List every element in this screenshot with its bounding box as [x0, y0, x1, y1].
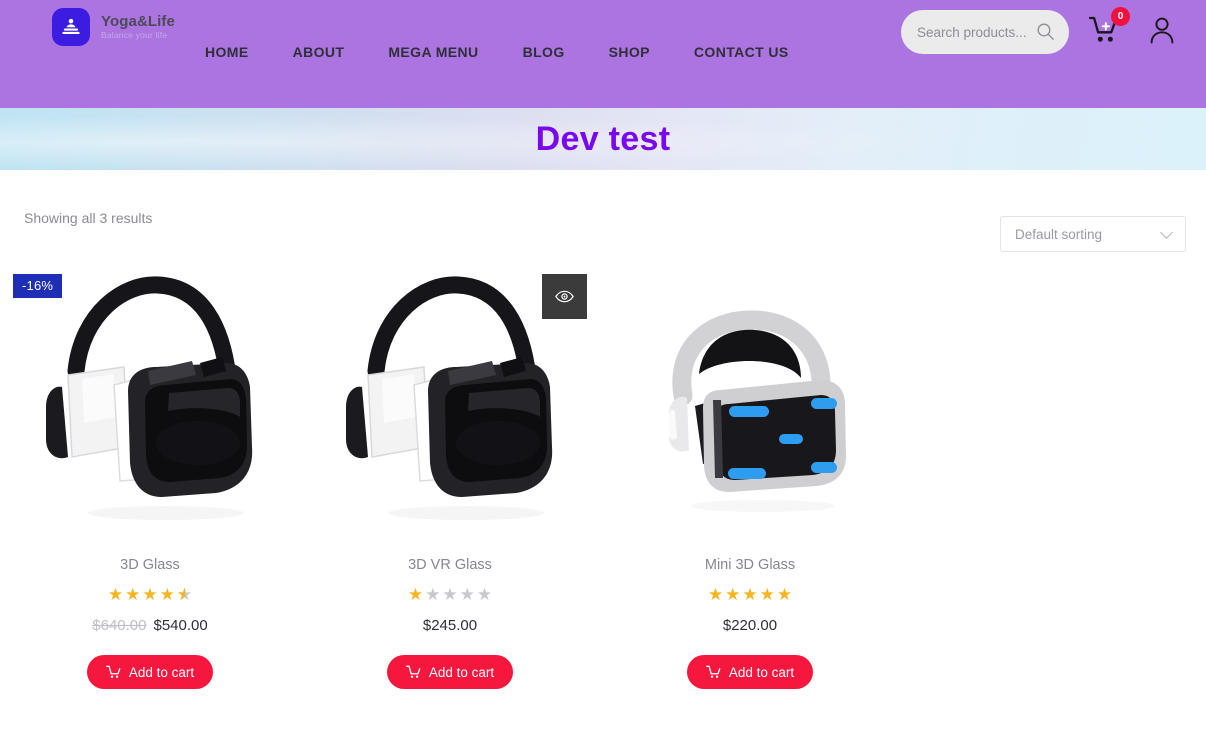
- star-icon: ★: [459, 585, 475, 604]
- add-to-cart-label: Add to cart: [728, 664, 795, 680]
- page-title: Dev test: [535, 119, 671, 158]
- user-icon: [1150, 17, 1174, 43]
- star-icon: ★: [142, 585, 158, 604]
- star-icon: ★: [177, 586, 192, 603]
- star-icon: ★: [442, 585, 458, 604]
- product-image[interactable]: -16%: [0, 260, 300, 545]
- product-rating: ★ ★ ★ ★ ★: [708, 586, 792, 603]
- quick-view-button[interactable]: [542, 274, 587, 319]
- search-input[interactable]: [917, 24, 1039, 40]
- star-icon: ★: [425, 585, 441, 604]
- vr-headset-psvr-image: [669, 309, 846, 512]
- logo-title: Yoga&Life: [101, 12, 175, 30]
- nav-item-contact-us[interactable]: CONTACT US: [672, 44, 811, 60]
- product-grid: -16% 3D Glass ★ ★ ★ ★ ★ ★ $640.00 $540.0…: [0, 260, 1206, 689]
- product-title[interactable]: 3D Glass: [120, 557, 180, 573]
- sorting-dropdown[interactable]: Default sorting: [1000, 216, 1186, 252]
- product-rating: ★ ★ ★ ★ ★: [408, 586, 492, 603]
- star-icon: ★: [476, 585, 493, 604]
- chevron-down-icon: [1160, 225, 1173, 239]
- site-header: Yoga&Life Balance your life HOME ABOUT M…: [0, 0, 1206, 108]
- product-card[interactable]: 3D VR Glass ★ ★ ★ ★ ★ $245.00 Add to car…: [300, 260, 600, 689]
- nav-item-blog[interactable]: BLOG: [501, 44, 587, 60]
- product-image[interactable]: [300, 260, 600, 545]
- star-icon: ★: [725, 585, 741, 604]
- account-button[interactable]: [1148, 15, 1176, 50]
- product-card[interactable]: Mini 3D Glass ★ ★ ★ ★ ★ $220.00 Add to c…: [600, 260, 900, 689]
- star-icon: ★: [107, 585, 124, 604]
- add-to-cart-button[interactable]: Add to cart: [86, 655, 214, 689]
- results-count: Showing all 3 results: [24, 210, 153, 226]
- nav-item-mega-menu[interactable]: MEGA MENU: [366, 44, 500, 60]
- search-icon[interactable]: [1036, 22, 1055, 46]
- vr-headset-image: [46, 275, 253, 520]
- cart-icon: [405, 665, 421, 678]
- product-rating: ★ ★ ★ ★ ★: [108, 586, 192, 603]
- price-current: $540.00: [153, 617, 208, 634]
- star-icon: ★: [776, 585, 793, 604]
- star-icon: ★: [707, 585, 724, 604]
- nav-item-home[interactable]: HOME: [205, 44, 271, 60]
- cart-count-badge: 0: [1111, 7, 1130, 26]
- nav-item-shop[interactable]: SHOP: [587, 44, 672, 60]
- product-title[interactable]: 3D VR Glass: [408, 557, 492, 573]
- cart-button[interactable]: 0: [1088, 7, 1130, 49]
- price-original: $640.00: [92, 617, 147, 634]
- header-actions: 0: [901, 7, 1188, 54]
- product-price: $245.00: [423, 617, 477, 634]
- star-icon: ★: [759, 585, 775, 604]
- sale-badge: -16%: [13, 274, 63, 298]
- add-to-cart-label: Add to cart: [428, 664, 495, 680]
- product-image[interactable]: [600, 260, 900, 545]
- cart-icon: [105, 665, 121, 678]
- star-icon: ★: [742, 585, 758, 604]
- star-icon: ★: [159, 585, 175, 604]
- main-navigation: HOME ABOUT MEGA MENU BLOG SHOP CONTACT U…: [205, 44, 811, 60]
- price-current: $220.00: [722, 617, 778, 634]
- nav-item-about[interactable]: ABOUT: [271, 44, 367, 60]
- eye-icon: [555, 290, 574, 303]
- product-price: $220.00: [723, 617, 777, 634]
- price-current: $245.00: [422, 617, 478, 634]
- star-icon: ★: [407, 585, 424, 604]
- site-logo[interactable]: Yoga&Life Balance your life: [52, 8, 175, 46]
- meditation-icon: [52, 8, 90, 46]
- add-to-cart-button[interactable]: Add to cart: [686, 655, 814, 689]
- add-to-cart-button[interactable]: Add to cart: [386, 655, 514, 689]
- add-to-cart-label: Add to cart: [128, 664, 195, 680]
- cart-icon: [705, 665, 721, 678]
- product-card[interactable]: -16% 3D Glass ★ ★ ★ ★ ★ ★ $640.00 $540.0…: [0, 260, 300, 689]
- product-title[interactable]: Mini 3D Glass: [705, 557, 795, 573]
- product-price: $640.00 $540.00: [92, 617, 207, 634]
- page-title-banner: Dev test: [0, 108, 1206, 170]
- star-icon: ★: [125, 585, 141, 604]
- logo-tagline: Balance your life: [101, 30, 168, 41]
- search-box[interactable]: [901, 10, 1069, 54]
- sorting-selected-value: Default sorting: [1015, 226, 1103, 242]
